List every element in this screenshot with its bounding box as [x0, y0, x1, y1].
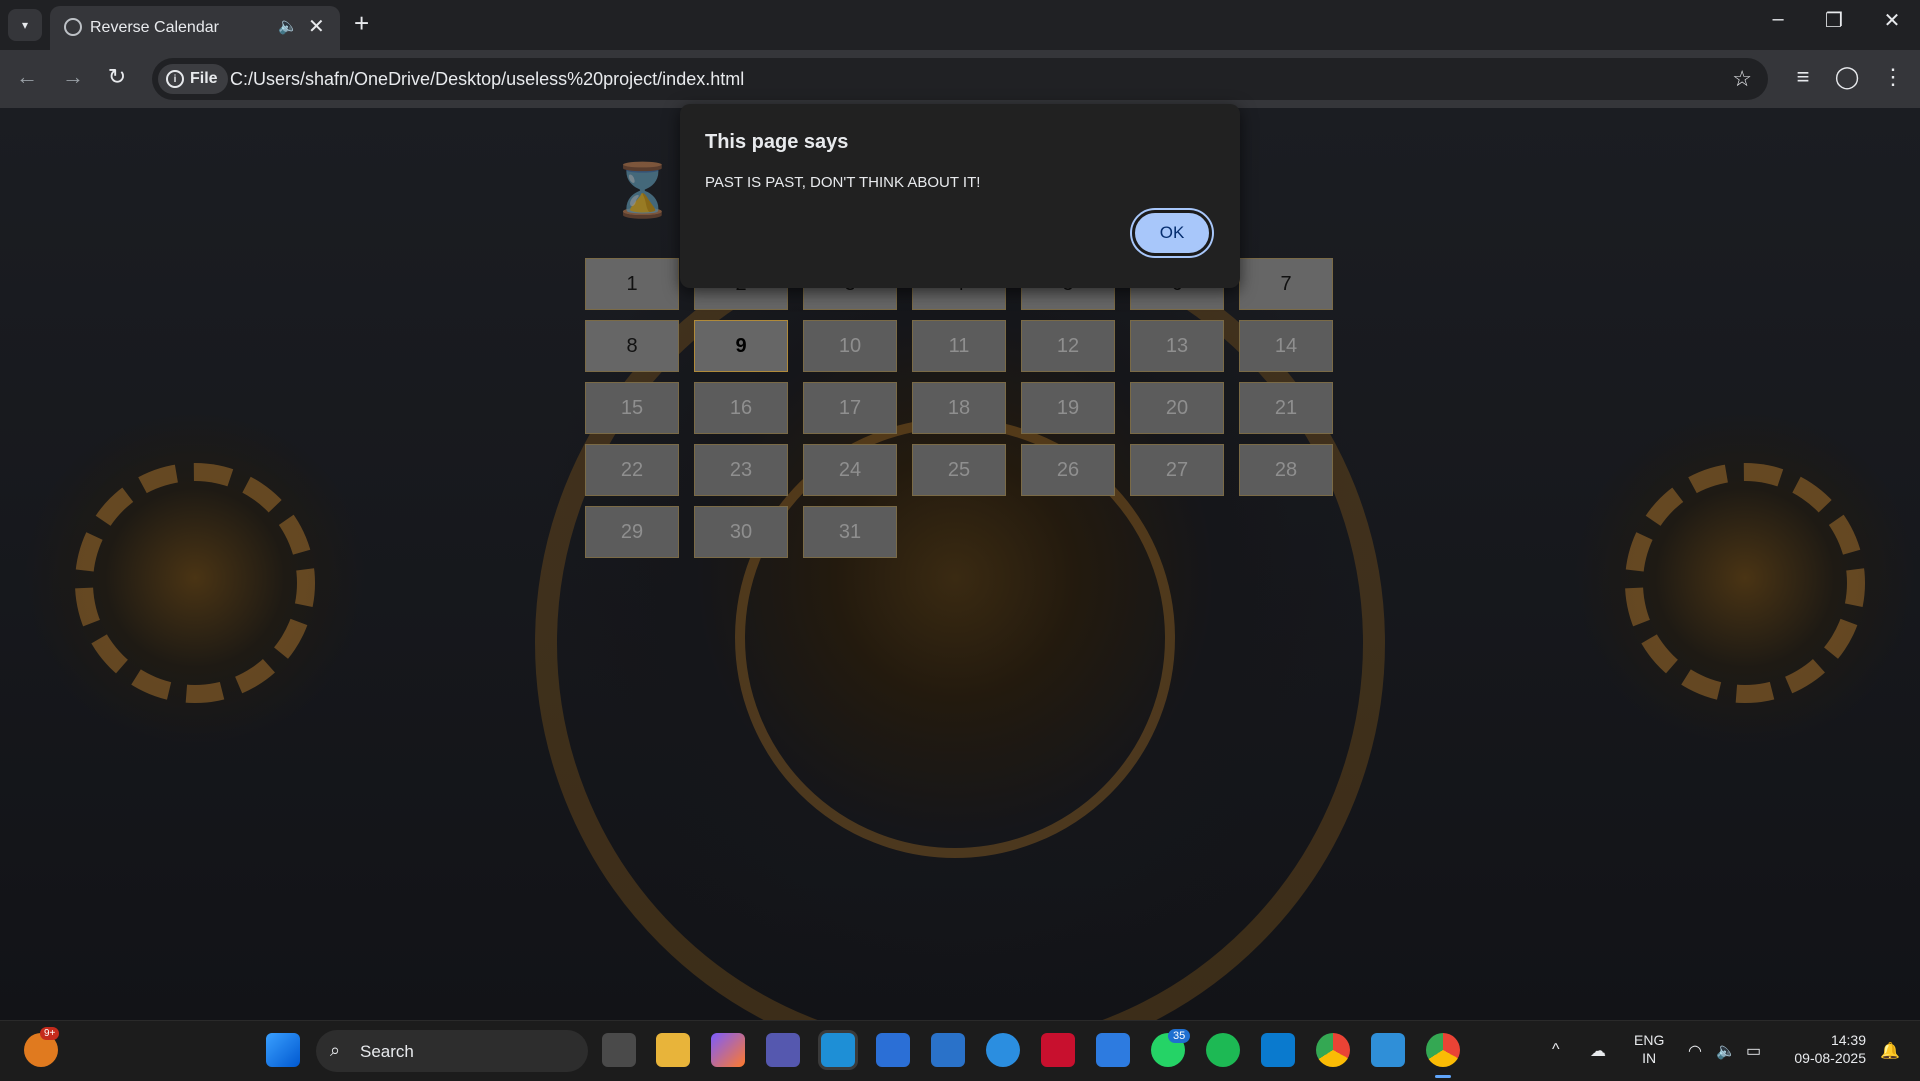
- weather-icon[interactable]: 9+: [24, 1027, 60, 1067]
- close-icon[interactable]: ✕: [308, 14, 325, 39]
- calendar-day[interactable]: 26: [1021, 444, 1115, 496]
- calendar-day[interactable]: 20: [1130, 382, 1224, 434]
- calendar-day[interactable]: 24: [803, 444, 897, 496]
- weather-badge: 9+: [40, 1027, 60, 1040]
- dialog-title: This page says: [705, 131, 849, 153]
- scheme-label: File: [190, 70, 218, 87]
- reading-list-icon[interactable]: ≡: [1788, 64, 1818, 90]
- calendar-day[interactable]: 18: [912, 382, 1006, 434]
- task-view-icon[interactable]: [602, 1033, 636, 1067]
- tab-search-icon[interactable]: ▾: [8, 9, 42, 41]
- calendar-day[interactable]: 8: [585, 320, 679, 372]
- calendar-day[interactable]: 23: [694, 444, 788, 496]
- site-info-chip[interactable]: i File: [158, 64, 228, 94]
- active-app-indicator: [1435, 1075, 1451, 1078]
- calendar-day[interactable]: 29: [585, 506, 679, 558]
- search-label: Search: [360, 1042, 414, 1061]
- edge-icon[interactable]: [821, 1033, 855, 1067]
- globe-icon: [64, 18, 82, 36]
- info-icon: i: [166, 70, 184, 88]
- calendar-day[interactable]: 19: [1021, 382, 1115, 434]
- chevron-up-icon[interactable]: ^: [1552, 1041, 1560, 1059]
- audio-icon[interactable]: 🔈: [278, 16, 298, 36]
- taskbar: 9+ ⌕ Search 35 ^ ☁ ENG IN ◠ 🔈 ▭ 14:39 09…: [0, 1020, 1920, 1081]
- alert-dialog: This page says PAST IS PAST, DON'T THINK…: [680, 104, 1240, 288]
- reload-icon[interactable]: ↻: [102, 64, 132, 90]
- copilot-icon[interactable]: [711, 1033, 745, 1067]
- calendar-day[interactable]: 22: [585, 444, 679, 496]
- chrome-icon[interactable]: [1316, 1033, 1350, 1067]
- language-code: ENG: [1634, 1032, 1665, 1048]
- forward-icon[interactable]: →: [58, 64, 88, 90]
- calendar-day[interactable]: 13: [1130, 320, 1224, 372]
- calendar-day[interactable]: 25: [912, 444, 1006, 496]
- ok-button[interactable]: OK: [1132, 210, 1212, 256]
- tab-strip: ▾ Reverse Calendar 🔈 ✕ + – ❐ ✕: [0, 0, 1920, 50]
- todo-icon[interactable]: [1096, 1033, 1130, 1067]
- url-text[interactable]: C:/Users/shafn/OneDrive/Desktop/useless%…: [230, 69, 744, 90]
- language-indicator[interactable]: ENG IN: [1634, 1031, 1664, 1067]
- calendar-day[interactable]: 10: [803, 320, 897, 372]
- dialog-message: PAST IS PAST, DON'T THINK ABOUT IT!: [705, 174, 981, 191]
- calendar-day[interactable]: 16: [694, 382, 788, 434]
- calendar-day[interactable]: 1: [585, 258, 679, 310]
- calendar-day[interactable]: 27: [1130, 444, 1224, 496]
- file-explorer-icon[interactable]: [656, 1033, 690, 1067]
- calendar-grid: 1234567891011121314151617181920212223242…: [585, 258, 1333, 558]
- calendar-day[interactable]: 15: [585, 382, 679, 434]
- browser-tab[interactable]: Reverse Calendar 🔈 ✕: [50, 6, 340, 50]
- calendar-day[interactable]: 21: [1239, 382, 1333, 434]
- calendar-day[interactable]: 28: [1239, 444, 1333, 496]
- window-close-icon[interactable]: ✕: [1872, 8, 1912, 33]
- back-icon[interactable]: ←: [12, 64, 42, 90]
- start-icon[interactable]: [266, 1033, 300, 1067]
- menu-icon[interactable]: ⋮: [1878, 64, 1908, 90]
- address-bar[interactable]: i File C:/Users/shafn/OneDrive/Desktop/u…: [152, 58, 1768, 100]
- vscode-icon[interactable]: [1261, 1033, 1295, 1067]
- clock-time: 14:39: [1830, 1032, 1866, 1048]
- language-region: IN: [1642, 1050, 1657, 1066]
- browser-toolbar: ← → ↻ i File C:/Users/shafn/OneDrive/Des…: [0, 50, 1920, 108]
- restore-icon[interactable]: ❐: [1814, 8, 1854, 33]
- calendar-day[interactable]: 12: [1021, 320, 1115, 372]
- clock-date: 09-08-2025: [1794, 1050, 1866, 1066]
- calendar-day[interactable]: 31: [803, 506, 897, 558]
- battery-icon[interactable]: ▭: [1746, 1041, 1761, 1061]
- mahp-icon[interactable]: [931, 1033, 965, 1067]
- calendar-day[interactable]: 30: [694, 506, 788, 558]
- whatsapp-badge: 35: [1168, 1029, 1191, 1043]
- spotify-icon[interactable]: [1206, 1033, 1240, 1067]
- wifi-icon[interactable]: ◠: [1688, 1041, 1702, 1061]
- calendar-day[interactable]: 7: [1239, 258, 1333, 310]
- photos-icon[interactable]: [1371, 1033, 1405, 1067]
- volume-icon[interactable]: 🔈: [1716, 1041, 1736, 1061]
- teams-icon[interactable]: [766, 1033, 800, 1067]
- calendar-day[interactable]: 14: [1239, 320, 1333, 372]
- help-icon[interactable]: [986, 1033, 1020, 1067]
- chrome-active-icon[interactable]: [1426, 1033, 1460, 1067]
- calendar-day[interactable]: 9: [694, 320, 788, 372]
- right-gear-decoration: [1625, 463, 1865, 703]
- star-icon[interactable]: ☆: [1732, 66, 1752, 92]
- minimize-icon[interactable]: –: [1758, 8, 1798, 31]
- search-icon: ⌕: [330, 1040, 341, 1060]
- new-tab-icon[interactable]: +: [354, 8, 369, 38]
- mcafee-icon[interactable]: [1041, 1033, 1075, 1067]
- left-gear-decoration: [75, 463, 315, 703]
- system-clock[interactable]: 14:39 09-08-2025: [1784, 1031, 1866, 1067]
- tab-title: Reverse Calendar: [90, 19, 219, 36]
- notification-icon[interactable]: 🔔: [1880, 1041, 1900, 1061]
- store-icon[interactable]: [876, 1033, 910, 1067]
- taskbar-search[interactable]: ⌕ Search: [316, 1030, 588, 1072]
- profile-icon[interactable]: ◯: [1832, 64, 1862, 90]
- calendar-day[interactable]: 17: [803, 382, 897, 434]
- calendar-day[interactable]: 11: [912, 320, 1006, 372]
- onedrive-icon[interactable]: ☁: [1590, 1041, 1606, 1061]
